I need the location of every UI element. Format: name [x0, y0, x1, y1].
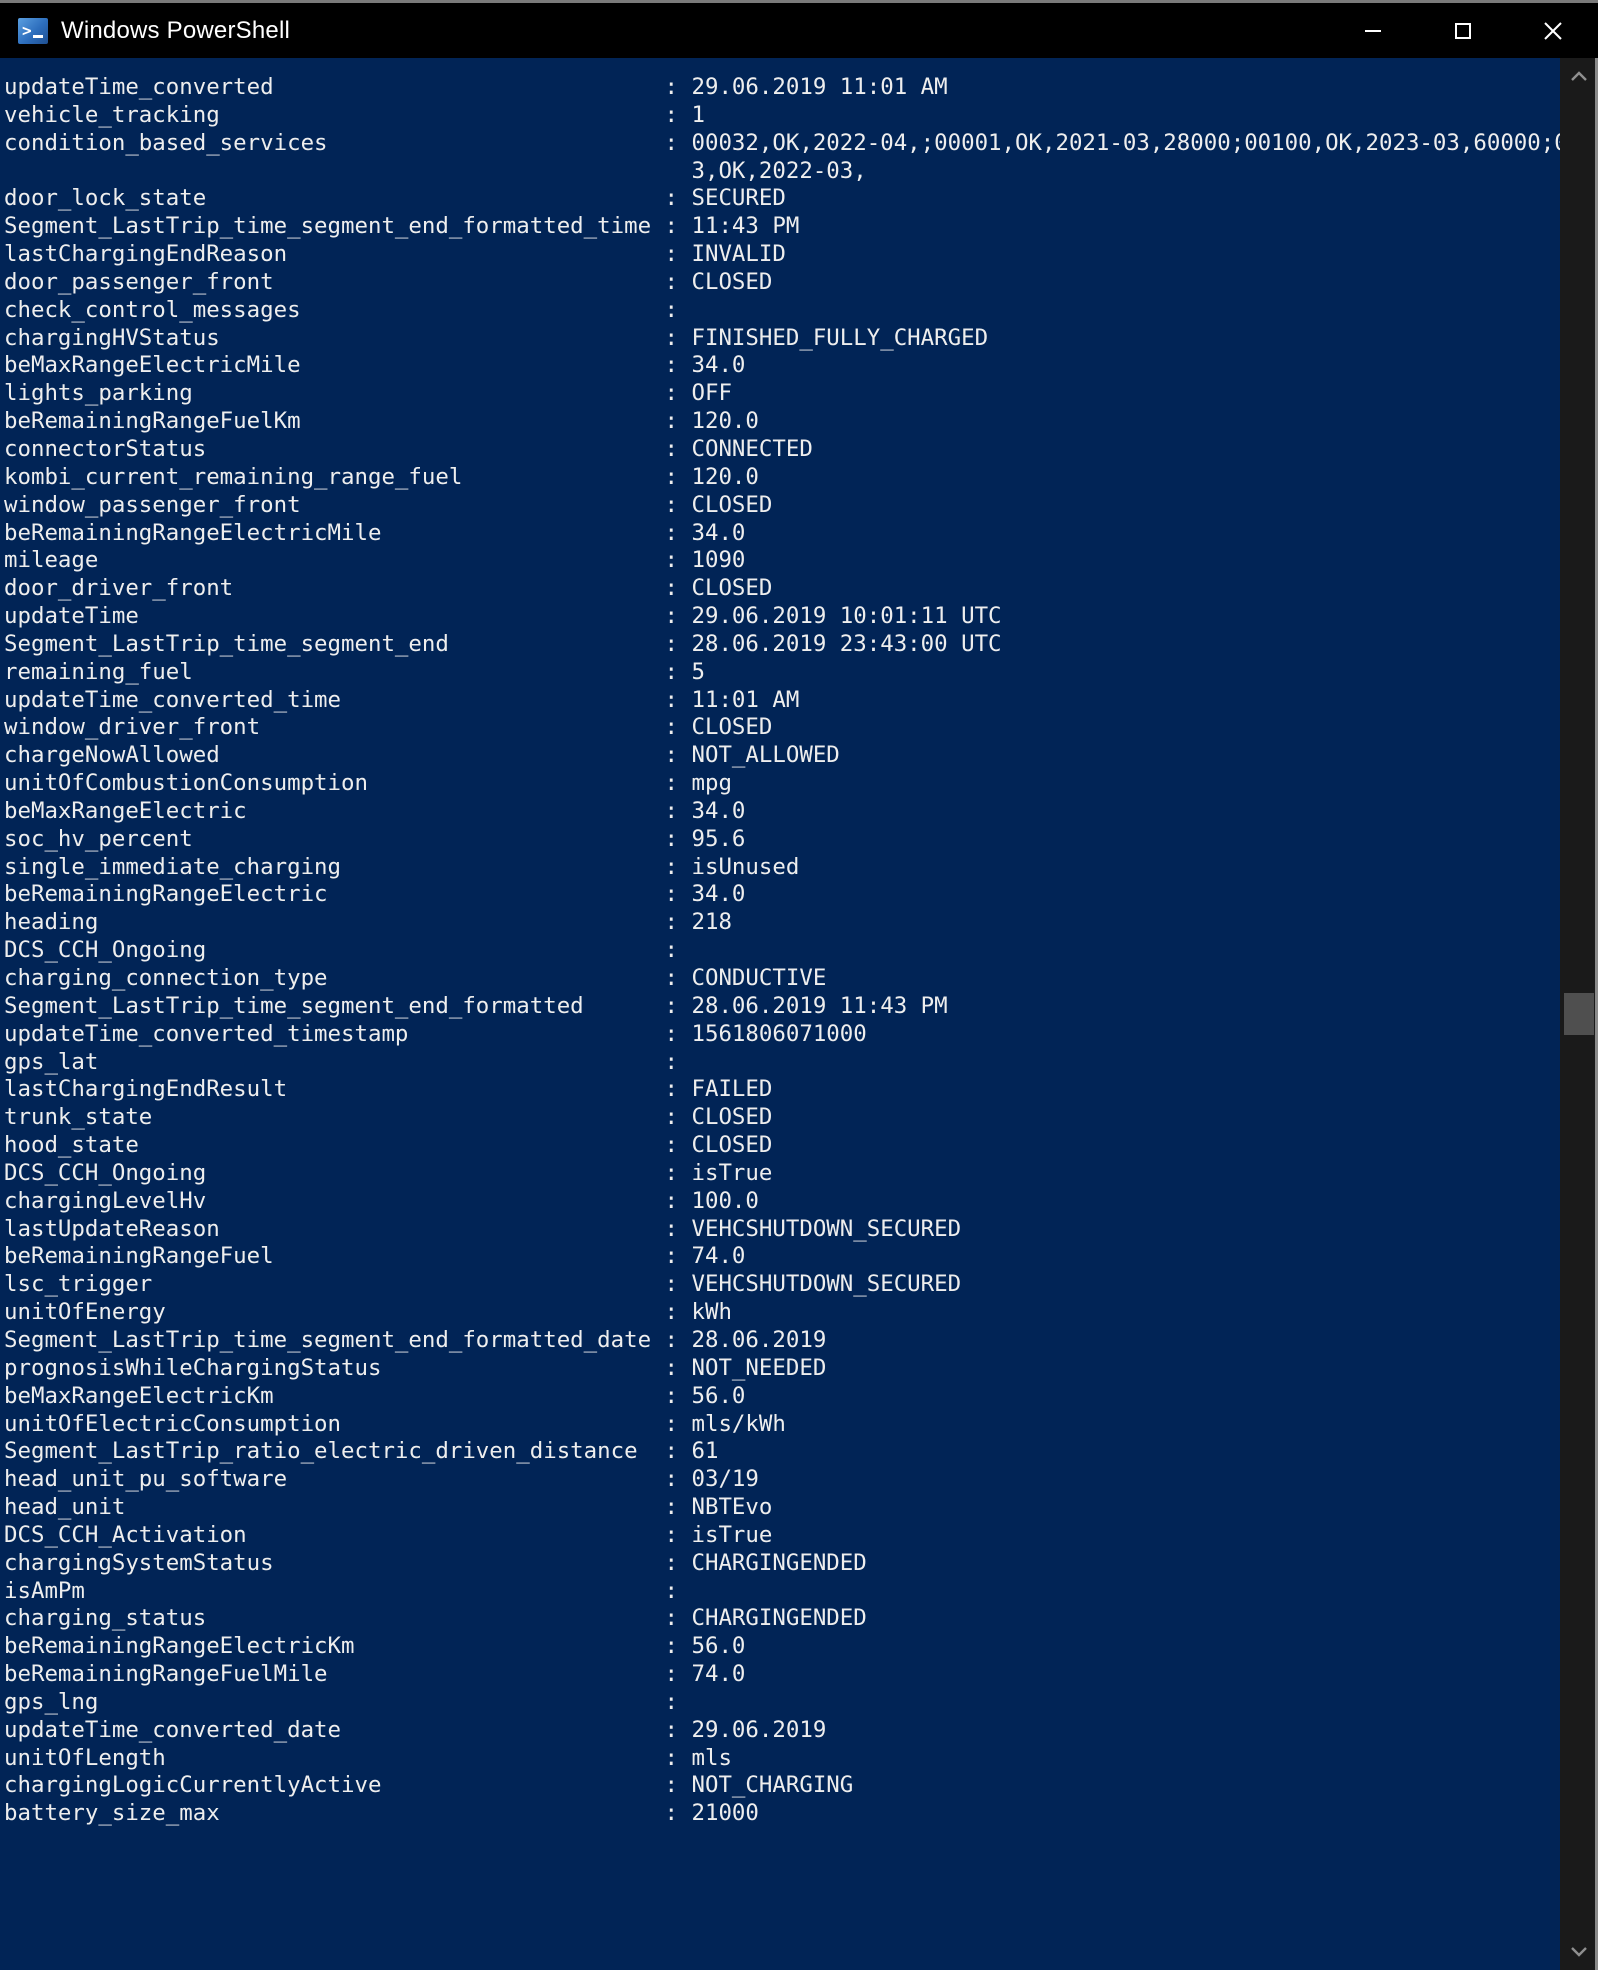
- console-line: lastUpdateReason : VEHCSHUTDOWN_SECURED: [4, 1215, 962, 1242]
- console-line: mileage : 1090: [4, 547, 746, 574]
- console-line: head_unit : NBTEvo: [4, 1494, 773, 1521]
- powershell-window: Windows PowerShell updateTime_: [0, 0, 1598, 1970]
- console-line: soc_hv_percent : 95.6: [4, 825, 746, 852]
- console-line: Segment_LastTrip_time_segment_end_format…: [4, 213, 800, 240]
- console-line: unitOfEnergy : kWh: [4, 1299, 732, 1326]
- console-line: head_unit_pu_software : 03/19: [4, 1466, 759, 1493]
- console-line: door_driver_front : CLOSED: [4, 575, 773, 602]
- title-bar[interactable]: Windows PowerShell: [0, 0, 1598, 58]
- window-controls: [1328, 3, 1598, 58]
- console-line: chargingLevelHv : 100.0: [4, 1187, 759, 1214]
- console-line: window_passenger_front : CLOSED: [4, 491, 773, 518]
- console-line: trunk_state : CLOSED: [4, 1104, 773, 1131]
- console-line: updateTime : 29.06.2019 10:01:11 UTC: [4, 603, 1002, 630]
- console-output[interactable]: updateTime_converted : 29.06.2019 11:01 …: [0, 58, 1560, 1970]
- console-line: chargeNowAllowed : NOT_ALLOWED: [4, 742, 840, 769]
- powershell-icon: [18, 17, 48, 44]
- console-scrollbar[interactable]: [1560, 58, 1598, 1970]
- console-line: charging_status : CHARGINGENDED: [4, 1605, 867, 1632]
- maximize-button[interactable]: [1418, 3, 1508, 58]
- console-line: Segment_LastTrip_time_segment_end_format…: [4, 1326, 827, 1353]
- console-line: isAmPm :: [4, 1577, 679, 1604]
- console-line: updateTime_converted : 29.06.2019 11:01 …: [4, 74, 948, 100]
- console-line: hood_state : CLOSED: [4, 1132, 773, 1159]
- console-line: gps_lng :: [4, 1688, 679, 1715]
- console-line: DCS_CCH_Ongoing :: [4, 937, 679, 964]
- console-line: updateTime_converted_date : 29.06.2019: [4, 1716, 827, 1743]
- console-line: DCS_CCH_Ongoing : isTrue: [4, 1159, 773, 1186]
- scrollbar-up-arrow-icon[interactable]: [1560, 58, 1598, 96]
- window-title: Windows PowerShell: [61, 16, 291, 44]
- console-line: updateTime_converted_time : 11:01 AM: [4, 686, 800, 713]
- close-button[interactable]: [1508, 3, 1598, 58]
- console-line: lsc_trigger : VEHCSHUTDOWN_SECURED: [4, 1271, 962, 1298]
- console-line: vehicle_tracking : 1: [4, 101, 705, 128]
- console-line: single_immediate_charging : isUnused: [4, 853, 800, 880]
- console-line: remaining_fuel : 5: [4, 658, 705, 685]
- console-area[interactable]: updateTime_converted : 29.06.2019 11:01 …: [0, 58, 1598, 1970]
- console-line: lastChargingEndReason : INVALID: [4, 241, 786, 268]
- console-line: beRemainingRangeElectric : 34.0: [4, 881, 746, 908]
- console-line: kombi_current_remaining_range_fuel : 120…: [4, 463, 759, 490]
- console-line: prognosisWhileChargingStatus : NOT_NEEDE…: [4, 1354, 827, 1381]
- console-line: beRemainingRangeFuel : 74.0: [4, 1243, 746, 1270]
- title-bar-left: Windows PowerShell: [0, 17, 290, 45]
- scrollbar-down-arrow-icon[interactable]: [1560, 1932, 1598, 1970]
- console-line: door_passenger_front : CLOSED: [4, 268, 773, 295]
- console-line: unitOfCombustionConsumption : mpg: [4, 770, 732, 797]
- console-line: connectorStatus : CONNECTED: [4, 435, 813, 462]
- scrollbar-thumb[interactable]: [1564, 993, 1594, 1035]
- console-line: chargingHVStatus : FINISHED_FULLY_CHARGE…: [4, 324, 989, 351]
- console-line: beRemainingRangeFuelMile : 74.0: [4, 1661, 746, 1688]
- console-line: beMaxRangeElectricMile : 34.0: [4, 352, 746, 379]
- console-line: chargingSystemStatus : CHARGINGENDED: [4, 1549, 867, 1576]
- console-line: check_control_messages :: [4, 296, 679, 323]
- console-line: charging_connection_type : CONDUCTIVE: [4, 965, 827, 991]
- console-line: battery_size_max : 21000: [4, 1800, 759, 1827]
- console-line: beRemainingRangeElectricMile : 34.0: [4, 519, 746, 546]
- minimize-button[interactable]: [1328, 3, 1418, 58]
- console-line: window_driver_front : CLOSED: [4, 714, 773, 741]
- console-line: beMaxRangeElectricKm : 56.0: [4, 1382, 746, 1409]
- console-line: beRemainingRangeElectricKm : 56.0: [4, 1633, 746, 1660]
- console-line: lastChargingEndResult : FAILED: [4, 1076, 773, 1103]
- console-line: beMaxRangeElectric : 34.0: [4, 797, 746, 824]
- console-line-continuation: 3,OK,2022-03,: [4, 157, 867, 184]
- console-line: condition_based_services : 00032,OK,2022…: [4, 129, 1560, 156]
- console-line: unitOfElectricConsumption : mls/kWh: [4, 1410, 786, 1437]
- console-line: unitOfLength : mls: [4, 1744, 732, 1771]
- console-line: heading : 218: [4, 909, 732, 936]
- console-line: DCS_CCH_Activation : isTrue: [4, 1521, 773, 1548]
- console-line: door_lock_state : SECURED: [4, 185, 786, 212]
- console-line: Segment_LastTrip_time_segment_end_format…: [4, 992, 948, 1019]
- console-line: updateTime_converted_timestamp : 1561806…: [4, 1020, 867, 1047]
- console-line: gps_lat :: [4, 1048, 679, 1075]
- console-line: lights_parking : OFF: [4, 380, 732, 407]
- console-line: Segment_LastTrip_time_segment_end : 28.0…: [4, 630, 1002, 657]
- console-line: beRemainingRangeFuelKm : 120.0: [4, 408, 759, 435]
- console-line: chargingLogicCurrentlyActive : NOT_CHARG…: [4, 1772, 854, 1799]
- console-line: Segment_LastTrip_ratio_electric_driven_d…: [4, 1438, 719, 1465]
